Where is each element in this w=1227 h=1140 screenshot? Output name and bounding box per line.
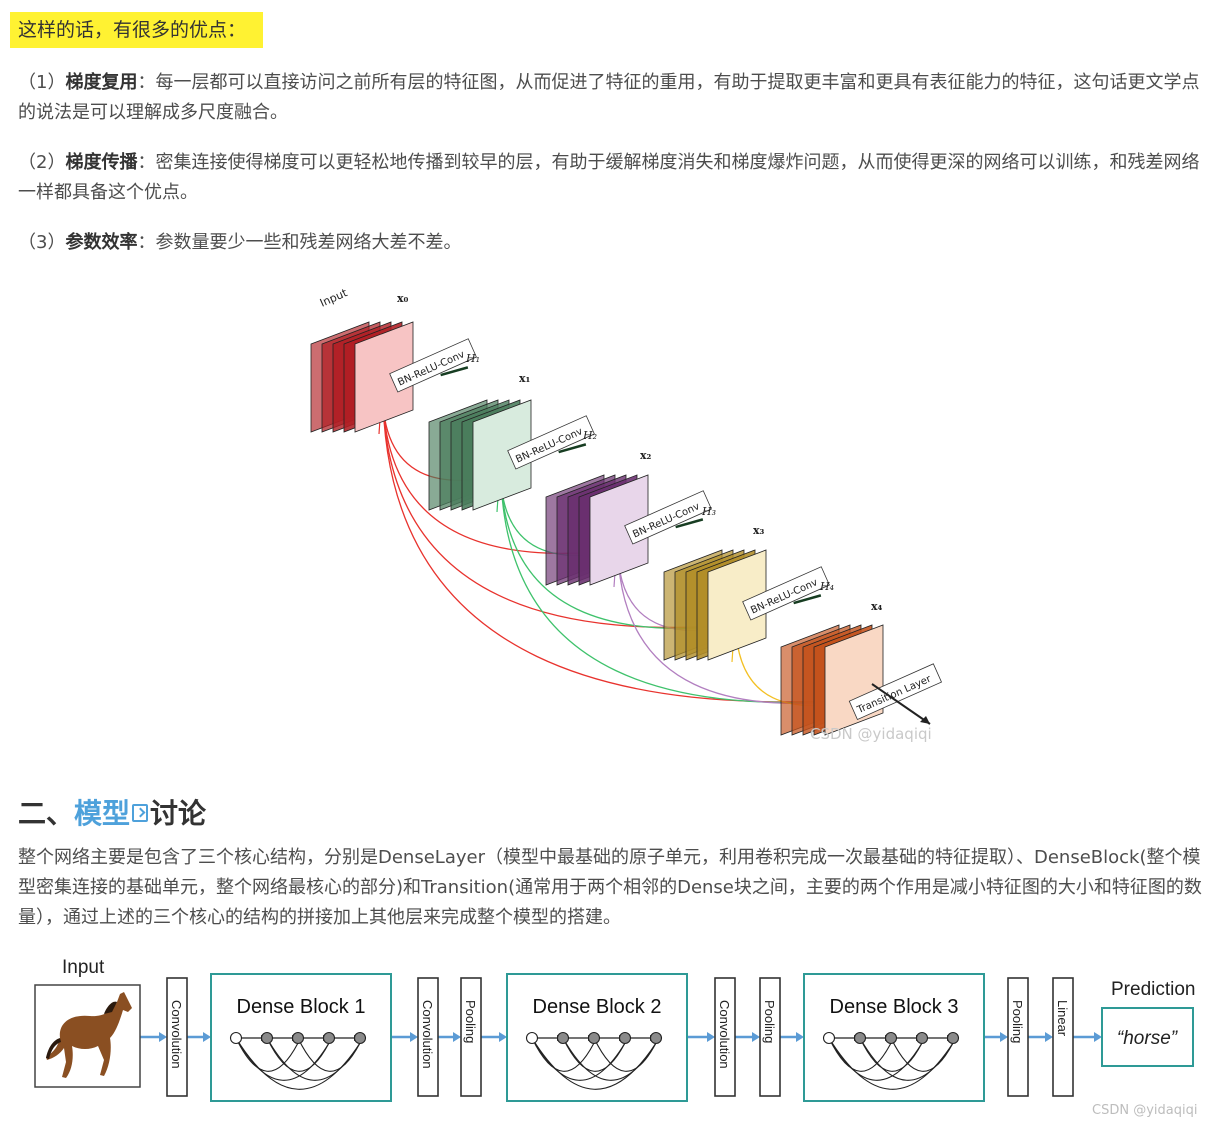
point-body: ：参数量要少一些和残差网络大差不差。 <box>137 232 462 253</box>
flow-arrow-head <box>1045 1032 1053 1042</box>
layer-label: Convolution <box>420 1000 435 1069</box>
dense-blocks: Dense Block 1 Dense Block 2 Dense Block 3 <box>210 973 985 1102</box>
flow-arrow-head <box>1094 1032 1102 1042</box>
dense-block-title: Dense Block 2 <box>533 996 662 1018</box>
point-title: 梯度复用 <box>65 72 138 93</box>
dense-block-3: Dense Block 3 <box>803 973 985 1102</box>
x-label: x₀ <box>397 292 409 305</box>
layer-convolution: Convolution <box>714 977 736 1097</box>
dense-layer-node <box>587 1031 601 1045</box>
dense-layer-node <box>229 1031 243 1045</box>
point-prefix: （3） <box>18 232 66 253</box>
layer-label: Linear <box>1055 1000 1070 1037</box>
densenet-pipeline-figure: Input Convolution Convolution Pooling Convo… <box>34 957 1197 1118</box>
dense-layer-node <box>853 1031 867 1045</box>
watermark: CSDN @yidaqiqi <box>810 725 932 743</box>
prediction-value: “horse” <box>1117 1028 1179 1049</box>
layer-convolution: Convolution <box>417 977 439 1097</box>
model-link[interactable]: 模型 <box>74 797 130 830</box>
input-label: Input <box>62 957 105 978</box>
dense-layer-node <box>915 1031 929 1045</box>
h-label: H₄ <box>819 580 834 593</box>
point-body: ：每一层都可以直接访问之前所有层的特征图，从而促进了特征的重用，有助于提取更丰富… <box>18 72 1200 123</box>
point-title: 梯度传播 <box>65 152 138 173</box>
dense-layer-node <box>618 1031 632 1045</box>
layer-label: Pooling <box>1010 1000 1025 1043</box>
layer-pooling: Pooling <box>759 977 781 1097</box>
layer-linear: Linear <box>1052 977 1074 1097</box>
h-label: H₂ <box>582 429 597 442</box>
flow-arrow-head <box>410 1032 418 1042</box>
highlighted-intro: 这样的话，有很多的优点： <box>10 12 263 48</box>
dense-layer-node <box>822 1031 836 1045</box>
point-3: （3）参数效率：参数量要少一些和残差网络大差不差。 <box>18 228 1216 258</box>
layer-pooling: Pooling <box>460 977 482 1097</box>
point-1: （1）梯度复用：每一层都可以直接访问之前所有层的特征图，从而促进了特征的重用，有… <box>18 68 1216 128</box>
dense-block-title: Dense Block 3 <box>830 996 959 1018</box>
x-label: x₂ <box>640 449 652 462</box>
layer-convolution: Convolution <box>166 977 188 1097</box>
dense-layer-node <box>291 1031 305 1045</box>
flow-arrow-head <box>499 1032 507 1042</box>
section-heading: 二、模型 讨论 <box>18 794 206 834</box>
flow-arrow-head <box>707 1032 715 1042</box>
watermark: CSDN @yidaqiqi <box>1092 1103 1197 1118</box>
layer-pooling: Pooling <box>1007 977 1029 1097</box>
point-2: （2）梯度传播：密集连接使得梯度可以更轻松地传播到较早的层，有助于缓解梯度消失和… <box>18 148 1216 208</box>
section-suffix: 讨论 <box>150 797 207 830</box>
layer-label: Convolution <box>717 1000 732 1069</box>
flow-arrow-head <box>796 1032 804 1042</box>
dense-block-figure: BN-ReLU-ConvBN-ReLU-ConvBN-ReLU-ConvBN-R… <box>310 286 943 743</box>
prediction-label: Prediction <box>1111 979 1196 1000</box>
point-body: ：密集连接使得梯度可以更轻松地传播到较早的层，有助于缓解梯度消失和梯度爆炸问题，… <box>18 152 1200 203</box>
dense-layer-node <box>322 1031 336 1045</box>
dense-layer-node <box>556 1031 570 1045</box>
layer-label: Convolution <box>169 1000 184 1069</box>
dense-block-title: Dense Block 1 <box>237 996 366 1018</box>
dense-layer-node <box>649 1031 663 1045</box>
dense-layer-node <box>946 1031 960 1045</box>
point-prefix: （2） <box>18 152 66 173</box>
flow-arrow-head <box>203 1032 211 1042</box>
h-label: H₃ <box>701 505 716 518</box>
search-link-icon[interactable] <box>132 804 149 822</box>
feature-map-stack-4 <box>780 624 884 736</box>
point-prefix: （1） <box>18 72 66 93</box>
input-label: Input <box>318 286 350 310</box>
x-label: x₃ <box>753 524 765 537</box>
point-title: 参数效率 <box>65 232 138 253</box>
flow-arrow-head <box>159 1032 167 1042</box>
flow-arrow-head <box>453 1032 461 1042</box>
h-label: H₁ <box>465 352 480 365</box>
layer-label: Pooling <box>463 1000 478 1043</box>
section-prefix: 二、 <box>18 797 75 830</box>
layer-label: Pooling <box>762 1000 777 1043</box>
flow-arrow-head <box>1000 1032 1008 1042</box>
x-label: x₄ <box>871 600 883 613</box>
dense-block-1: Dense Block 1 <box>210 973 392 1102</box>
flow-arrow-head <box>752 1032 760 1042</box>
x-label: x₁ <box>519 372 531 385</box>
dense-layer-node <box>525 1031 539 1045</box>
dense-block-2: Dense Block 2 <box>506 973 688 1102</box>
section-paragraph: 整个网络主要是包含了三个核心结构，分别是DenseLayer（模型中最基础的原子… <box>18 847 1202 928</box>
dense-layer-node <box>884 1031 898 1045</box>
dense-layer-node <box>260 1031 274 1045</box>
dense-layer-node <box>353 1031 367 1045</box>
